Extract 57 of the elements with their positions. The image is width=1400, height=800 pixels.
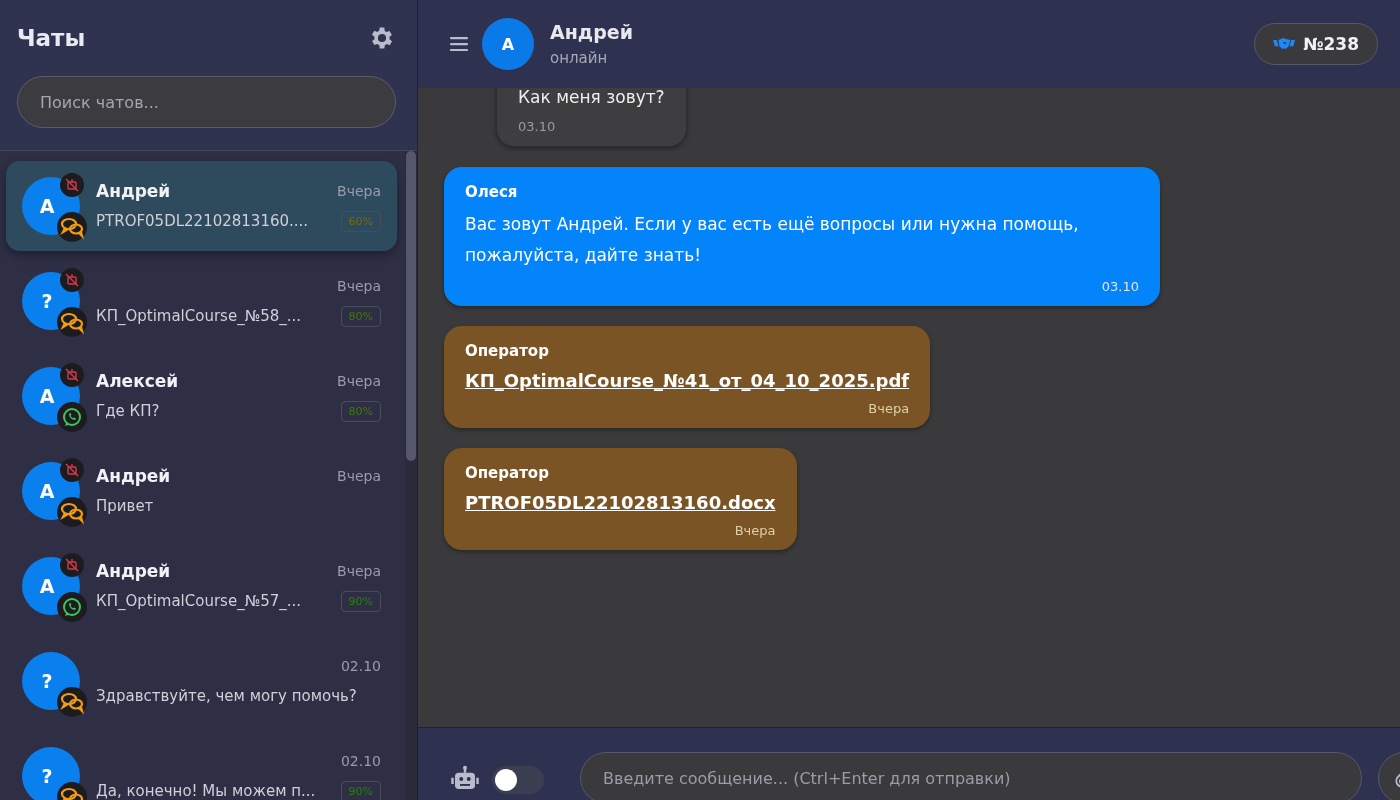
message-text: Как меня зовут?: [518, 88, 665, 107]
message-time: 03.10: [1101, 279, 1139, 294]
message-time: Вчера: [868, 401, 910, 416]
whatsapp-icon: [57, 402, 87, 432]
score-tag: 80%: [340, 305, 381, 327]
chat-bubbles-icon: [57, 497, 87, 527]
chat-time: Вчера: [337, 373, 381, 389]
message-preview: Здравствуйте, чем могу помочь?: [96, 687, 357, 705]
avatar: А: [482, 18, 534, 70]
bot-toggle[interactable]: [492, 766, 544, 794]
chat-time: 02.10: [340, 658, 381, 674]
contact-name: Андрей: [96, 561, 171, 581]
score-tag: 90%: [340, 590, 381, 612]
chat-time: Вчера: [337, 563, 381, 579]
scrollbar-thumb[interactable]: [406, 151, 416, 461]
contact-name: Андрей: [96, 181, 171, 201]
chat-bubbles-icon: [57, 307, 87, 337]
contact-status: онлайн: [550, 49, 609, 67]
sidebar-title: Чаты: [17, 25, 86, 51]
message-text: Вас зовут Андрей. Если у вас есть ещё вопросы или нужна помощь, пожалуйста, дайте знать!: [465, 213, 1080, 267]
score-tag: 60%: [340, 210, 381, 232]
whatsapp-icon: [57, 592, 87, 622]
contact-name: Андрей: [550, 21, 633, 43]
chat-bubbles-icon: [57, 212, 87, 242]
message-time: Вчера: [734, 523, 776, 538]
message-preview: PTROF05DL22102813160....: [96, 212, 309, 230]
score-tag: 90%: [340, 780, 381, 800]
chat-item[interactable]: А Андрей Вчера Привет: [6, 446, 397, 536]
contact-name: Алексей: [96, 371, 179, 391]
menu-icon[interactable]: [450, 37, 468, 51]
message-input[interactable]: Введите сообщение... (Ctrl+Enter для отправки): [580, 752, 1362, 800]
search-field[interactable]: Поиск чатов...: [17, 76, 396, 128]
chat-time: Вчера: [337, 183, 381, 199]
chat-item[interactable]: ? 02.10 Здравствуйте, чем могу помочь?: [6, 636, 397, 726]
message-author: Оператор: [465, 464, 550, 482]
chat-time: 02.10: [340, 753, 381, 769]
chat-item[interactable]: ? 02.10 Да, конечно! Мы можем п... 90%: [6, 731, 397, 800]
contact-name: Андрей: [96, 466, 171, 486]
score-tag: 80%: [340, 400, 381, 422]
message-time: 03.10: [518, 119, 557, 134]
file-link[interactable]: КП_OptimalCourse_№41_от_04_10_2025.pdf: [465, 370, 910, 391]
chat-item[interactable]: А Андрей Вчера PTROF05DL22102813160.... 60%: [6, 161, 397, 251]
message-preview: Да, конечно! Мы можем п...: [96, 782, 316, 800]
chat-item[interactable]: А Алексей Вчера Где КП? 80%: [6, 351, 397, 441]
file-link[interactable]: PTROF05DL22102813160.docx: [465, 492, 776, 513]
chat-item[interactable]: А Андрей Вчера КП_OptimalCourse_№57_... 90%: [6, 541, 397, 631]
chat-item[interactable]: ? Вчера КП_OptimalCourse_№58_... 80%: [6, 256, 397, 346]
chat-time: Вчера: [337, 278, 381, 294]
message-preview: Где КП?: [96, 402, 160, 420]
message-preview: Привет: [96, 497, 154, 515]
chat-bubbles-icon: [57, 687, 87, 717]
message-author: Олеся: [465, 183, 519, 201]
deal-button[interactable]: №238: [1254, 23, 1378, 65]
message-preview: КП_OptimalCourse_№58_...: [96, 307, 302, 325]
message-author: Оператор: [465, 342, 550, 360]
chat-time: Вчера: [337, 468, 381, 484]
message-preview: КП_OptimalCourse_№57_...: [96, 592, 302, 610]
